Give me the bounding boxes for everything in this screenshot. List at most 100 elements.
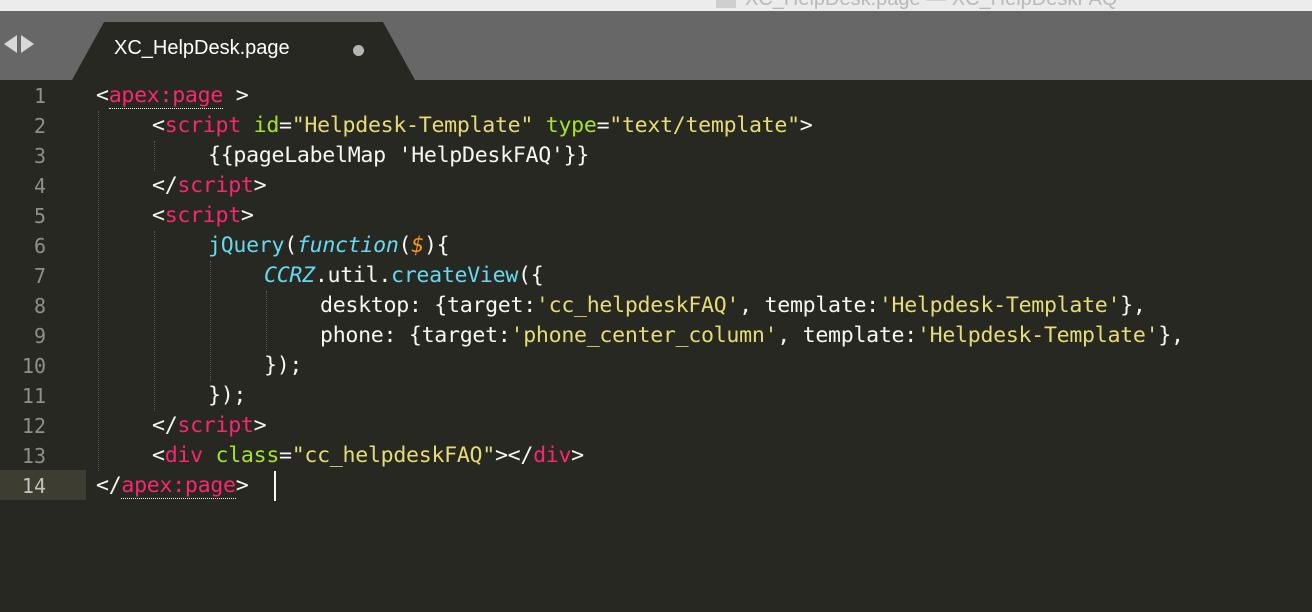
code-token: ({	[518, 263, 544, 288]
code-token: CCRZ	[264, 263, 315, 288]
line-number: 5	[33, 204, 46, 228]
editor-window: XC_HelpDesk.page — XC_HelpDeskFAQ XC_Hel…	[0, 0, 1312, 612]
code-token: <	[152, 113, 165, 138]
code-line[interactable]: </script>	[152, 411, 267, 441]
code-token: phone: {target:	[320, 323, 511, 348]
tab-xc-helpdesk-page[interactable]: XC_HelpDesk.page	[72, 22, 415, 80]
line-number: 1	[33, 84, 46, 108]
line-number: 6	[33, 234, 46, 258]
code-line[interactable]: <div class="cc_helpdeskFAQ"></div>	[152, 441, 584, 471]
line-number: 7	[33, 264, 46, 288]
code-token: type	[545, 113, 597, 138]
code-token: =	[279, 443, 292, 468]
code-token: "text/template"	[609, 113, 800, 138]
line-number: 4	[33, 174, 46, 198]
code-token: $	[411, 233, 424, 258]
code-token: <	[96, 83, 109, 108]
code-token: <	[152, 203, 165, 228]
code-token: div	[164, 443, 203, 468]
code-token: .util.	[314, 263, 392, 288]
code-token: 'Helpdesk-Template'	[916, 323, 1159, 348]
code-token: },	[1158, 323, 1184, 348]
code-token: jQuery	[208, 233, 285, 258]
text-cursor	[273, 471, 276, 501]
line-number-gutter: 1 2 3 4 5 6 7 8 9 10 11 12 13 14	[0, 80, 86, 612]
code-token: >	[235, 473, 249, 498]
indent-guide	[154, 231, 155, 411]
code-token: >	[799, 113, 813, 138]
code-token: (	[284, 233, 297, 258]
arrow-left-icon[interactable]	[4, 35, 17, 53]
line-number: 3	[33, 144, 46, 168]
code-token: script	[164, 203, 242, 228]
unsaved-dot-icon[interactable]	[353, 45, 364, 56]
code-token: div	[533, 443, 572, 468]
code-token: script	[177, 413, 254, 438]
code-token: createView	[391, 263, 519, 288]
code-token: >	[253, 173, 267, 198]
indent-guide	[266, 291, 267, 351]
code-line[interactable]: phone: {target:'phone_center_column', te…	[320, 321, 1184, 351]
code-area[interactable]: <apex:page > <script id="Helpdesk-Templat…	[96, 80, 1312, 612]
indent-guide	[210, 261, 211, 381]
code-token: desktop: {target:	[320, 293, 536, 318]
line-number: 9	[33, 324, 46, 348]
tab-navigation	[4, 35, 34, 53]
code-line[interactable]: <script id="Helpdesk-Template" type="tex…	[152, 111, 813, 141]
code-token: >	[253, 413, 267, 438]
line-number: 12	[21, 414, 46, 438]
code-line[interactable]: });	[264, 351, 302, 381]
code-token: apex:page	[108, 83, 224, 109]
code-token: class	[215, 443, 280, 468]
code-token: ){	[423, 233, 450, 258]
window-title: XC_HelpDesk.page — XC_HelpDeskFAQ	[745, 0, 1117, 11]
code-token: ></	[494, 443, 534, 468]
code-line[interactable]: CCRZ.util.createView({	[264, 261, 544, 291]
code-token: =	[596, 113, 610, 138]
line-number: 13	[21, 444, 46, 468]
code-token: >	[571, 443, 584, 468]
code-token: function	[296, 233, 399, 258]
code-token: "cc_helpdeskFAQ"	[291, 443, 496, 468]
code-token: =	[279, 113, 292, 138]
code-token: </	[152, 173, 178, 198]
code-editor[interactable]: 1 2 3 4 5 6 7 8 9 10 11 12 13 14 <apex:page > <script …	[0, 80, 1312, 612]
code-token: script	[177, 173, 254, 198]
code-token: {{pageLabelMap 'HelpDeskFAQ'}}	[208, 143, 590, 168]
code-token: });	[208, 383, 247, 408]
line-number: 8	[33, 294, 46, 318]
line-number: 11	[21, 384, 46, 408]
code-token: apex:page	[121, 473, 236, 499]
code-token: 'Helpdesk-Template'	[878, 293, 1121, 318]
code-token: "Helpdesk-Template"	[291, 113, 534, 138]
code-token: },	[1120, 293, 1146, 318]
code-token: (	[398, 233, 412, 258]
code-line[interactable]: <script>	[152, 201, 254, 231]
line-number: 2	[33, 114, 46, 138]
code-line[interactable]: </apex:page>	[96, 471, 249, 501]
code-token: <	[152, 443, 165, 468]
code-token: >	[240, 203, 254, 228]
line-number: 10	[21, 354, 46, 378]
code-token: </	[96, 473, 122, 498]
code-line[interactable]: });	[208, 381, 246, 411]
code-line[interactable]: </script>	[152, 171, 267, 201]
tab-bar: XC_HelpDesk.page	[0, 11, 1312, 80]
code-line[interactable]: <apex:page >	[96, 81, 249, 111]
title-bar: XC_HelpDesk.page — XC_HelpDeskFAQ	[0, 0, 1312, 11]
arrow-right-icon[interactable]	[21, 35, 34, 53]
code-token: 'phone_center_column'	[510, 323, 778, 348]
code-line[interactable]: desktop: {target:'cc_helpdeskFAQ', templ…	[320, 291, 1146, 321]
code-token: </	[152, 413, 178, 438]
code-line[interactable]: jQuery(function($){	[208, 231, 450, 261]
code-line[interactable]: {{pageLabelMap 'HelpDeskFAQ'}}	[208, 141, 589, 171]
indent-guide	[98, 111, 99, 471]
code-token: script	[164, 113, 242, 138]
code-token: });	[264, 353, 303, 378]
code-token: >	[223, 83, 249, 108]
code-token: 'cc_helpdeskFAQ'	[535, 293, 740, 318]
code-token: , template:	[777, 323, 917, 348]
